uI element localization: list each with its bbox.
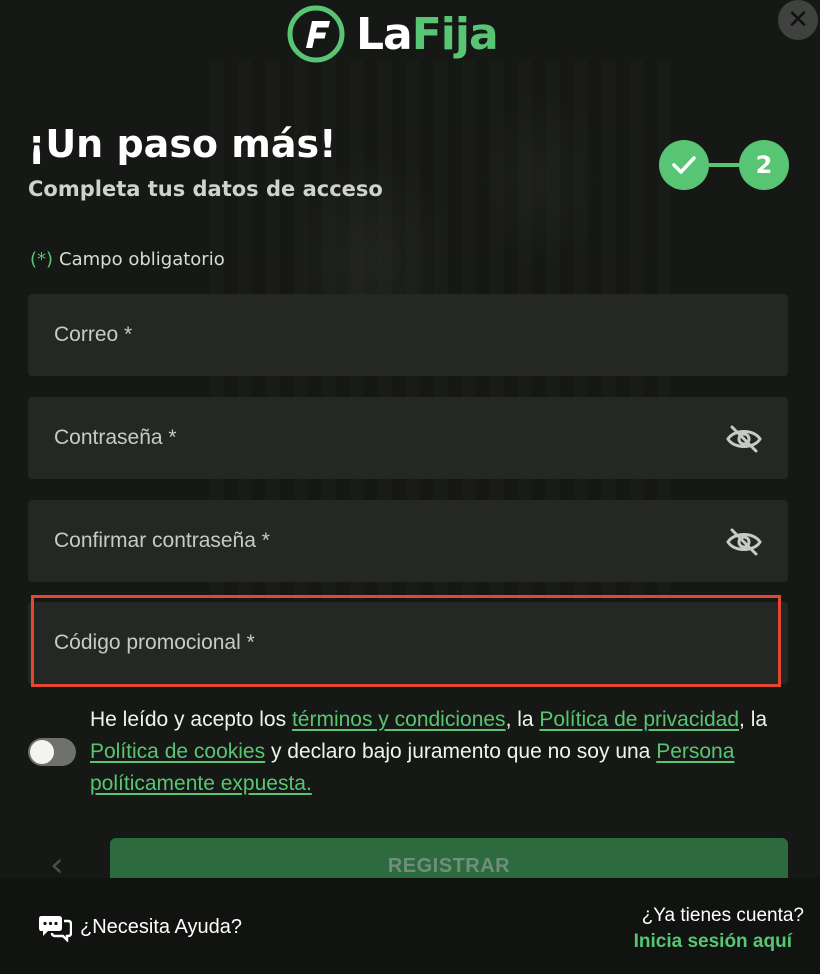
page-title: ¡Un paso más! [28,122,337,166]
terms-text-2: , la [505,708,540,731]
eye-off-icon[interactable] [726,425,762,453]
logo-text-fija: Fija [411,8,499,60]
close-button[interactable]: ✕ [778,0,818,40]
terms-toggle[interactable] [28,738,76,766]
logo-text-la: La [356,8,413,60]
step-connector [709,163,739,167]
back-button[interactable]: ‹ [50,848,78,882]
close-icon: ✕ [787,5,809,35]
step-2-current: 2 [739,140,789,190]
lafija-logo-mark-icon [287,5,345,63]
check-icon [672,156,696,174]
promo-code-field-label: Código promocional * [54,631,255,654]
help-button[interactable]: ¿Necesita Ayuda? [38,912,242,942]
chat-bubbles-icon [39,916,72,942]
have-account-text: ¿Ya tienes cuenta? [641,905,804,926]
privacy-policy-link[interactable]: Política de privacidad [539,708,739,731]
required-note-text: Campo obligatorio [59,249,225,270]
lafija-logo: LaFija [286,4,499,64]
confirm-password-field[interactable]: Confirmar contraseña * [28,500,788,582]
cookies-policy-link[interactable]: Política de cookies [90,740,265,763]
page-subtitle: Completa tus datos de acceso [28,177,383,201]
email-field-label: Correo * [54,323,133,346]
terms-text-4: y declaro bajo juramento que no soy una [265,740,657,763]
step-indicator: 2 [659,140,789,190]
confirm-password-field-label: Confirmar contraseña * [54,529,270,552]
login-link[interactable]: Inicia sesión aquí [634,931,792,953]
promo-code-field[interactable]: Código promocional * [28,602,788,684]
password-field[interactable]: Contraseña * [28,397,788,479]
logo-wordmark: LaFija [356,8,499,60]
terms-text: He leído y acepto los términos y condici… [90,704,770,800]
email-field[interactable]: Correo * [28,294,788,376]
required-mark: (*) [30,249,54,270]
terms-conditions-link[interactable]: términos y condiciones [292,708,506,731]
terms-text-1: He leído y acepto los [90,708,292,731]
step-2-label: 2 [755,151,773,179]
eye-off-icon[interactable] [726,528,762,556]
required-field-note: (*) Campo obligatorio [30,249,225,270]
terms-text-3: , la [739,708,768,731]
help-label: ¿Necesita Ayuda? [80,915,242,938]
password-field-label: Contraseña * [54,426,177,449]
step-1-complete [659,140,709,190]
toggle-knob [30,740,54,764]
